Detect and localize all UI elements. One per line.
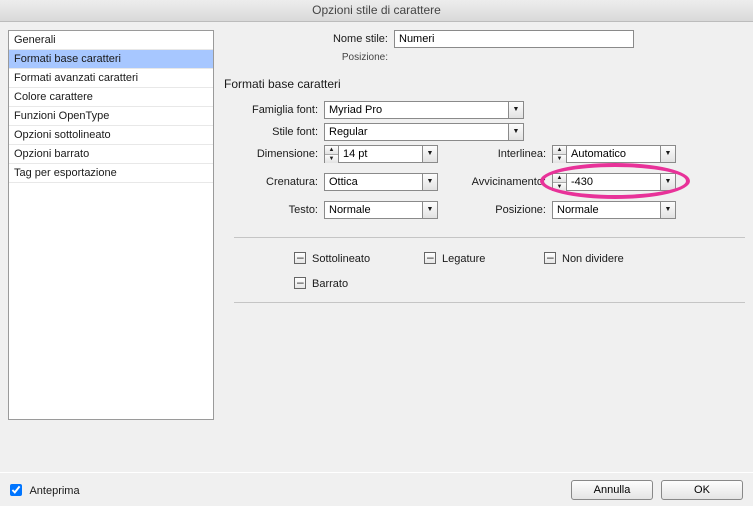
font-family-input[interactable] xyxy=(329,102,519,118)
case-combo[interactable]: ▼ xyxy=(324,201,438,219)
dropdown-arrow-icon[interactable]: ▼ xyxy=(508,124,523,140)
cancel-button[interactable]: Annulla xyxy=(571,480,653,500)
preview-label-text: Anteprima xyxy=(29,485,79,497)
font-style-combo[interactable]: ▼ xyxy=(324,123,524,141)
stepper-down-icon[interactable]: ▼ xyxy=(325,155,338,163)
window-titlebar: Opzioni stile di carattere xyxy=(0,0,753,22)
case-label: Testo: xyxy=(234,204,324,216)
size-label: Dimensione: xyxy=(234,148,324,160)
kerning-input[interactable] xyxy=(329,174,433,190)
kerning-label: Crenatura: xyxy=(234,176,324,188)
position-input[interactable] xyxy=(557,202,671,218)
sidebar-item[interactable]: Generali xyxy=(9,31,213,50)
strike-label: Barrato xyxy=(312,278,348,290)
stepper-up-icon[interactable]: ▲ xyxy=(553,174,566,183)
nobreak-label: Non dividere xyxy=(562,253,624,265)
sidebar-item[interactable]: Formati base caratteri xyxy=(9,50,213,69)
font-style-input[interactable] xyxy=(329,124,519,140)
dropdown-arrow-icon[interactable]: ▼ xyxy=(660,202,675,218)
size-field[interactable]: ▲▼ ▼ xyxy=(324,145,438,163)
position-combo[interactable]: ▼ xyxy=(552,201,676,219)
section-heading: Formati base caratteri xyxy=(224,77,745,91)
dropdown-arrow-icon[interactable]: ▼ xyxy=(422,146,437,162)
ligatures-label: Legature xyxy=(442,253,485,265)
leading-label: Interlinea: xyxy=(464,148,552,160)
ok-button[interactable]: OK xyxy=(661,480,743,500)
font-style-label: Stile font: xyxy=(234,126,324,138)
dropdown-arrow-icon[interactable]: ▼ xyxy=(660,174,675,190)
leading-stepper[interactable]: ▲▼ xyxy=(552,145,566,163)
strike-checkbox[interactable] xyxy=(294,277,306,289)
tracking-label: Avvicinamento: xyxy=(464,176,552,188)
stepper-up-icon[interactable]: ▲ xyxy=(553,146,566,155)
size-stepper[interactable]: ▲▼ xyxy=(324,145,338,163)
preview-checkbox-label[interactable]: Anteprima xyxy=(10,482,80,497)
size-input[interactable] xyxy=(343,146,433,162)
kerning-combo[interactable]: ▼ xyxy=(324,173,438,191)
dropdown-arrow-icon[interactable]: ▼ xyxy=(660,146,675,162)
dropdown-arrow-icon[interactable]: ▼ xyxy=(508,102,523,118)
separator xyxy=(234,302,745,303)
case-input[interactable] xyxy=(329,202,433,218)
sidebar-item[interactable]: Tag per esportazione xyxy=(9,164,213,183)
sidebar-item[interactable]: Opzioni barrato xyxy=(9,145,213,164)
tracking-field[interactable]: ▲▼ ▼ xyxy=(552,173,676,191)
position-label: Posizione: xyxy=(264,52,394,63)
sidebar-item[interactable]: Opzioni sottolineato xyxy=(9,126,213,145)
sidebar-item[interactable]: Funzioni OpenType xyxy=(9,107,213,126)
ligatures-checkbox[interactable] xyxy=(424,252,436,264)
leading-field[interactable]: ▲▼ ▼ xyxy=(552,145,676,163)
font-family-label: Famiglia font: xyxy=(234,104,324,116)
sidebar-item[interactable]: Formati avanzati caratteri xyxy=(9,69,213,88)
underline-checkbox[interactable] xyxy=(294,252,306,264)
stepper-down-icon[interactable]: ▼ xyxy=(553,183,566,191)
sidebar-item[interactable]: Colore carattere xyxy=(9,88,213,107)
dialog-footer: Anteprima Annulla OK xyxy=(0,472,753,506)
style-name-input[interactable] xyxy=(394,30,634,48)
dropdown-arrow-icon[interactable]: ▼ xyxy=(422,174,437,190)
underline-label: Sottolineato xyxy=(312,253,370,265)
dropdown-arrow-icon[interactable]: ▼ xyxy=(422,202,437,218)
tracking-input[interactable] xyxy=(571,174,671,190)
stepper-down-icon[interactable]: ▼ xyxy=(553,155,566,163)
leading-input[interactable] xyxy=(571,146,671,162)
stepper-up-icon[interactable]: ▲ xyxy=(325,146,338,155)
font-family-combo[interactable]: ▼ xyxy=(324,101,524,119)
nobreak-checkbox[interactable] xyxy=(544,252,556,264)
category-sidebar[interactable]: GeneraliFormati base caratteriFormati av… xyxy=(8,30,214,420)
preview-checkbox[interactable] xyxy=(10,484,22,496)
tracking-stepper[interactable]: ▲▼ xyxy=(552,173,566,191)
style-name-label: Nome stile: xyxy=(264,33,394,45)
position-field-label: Posizione: xyxy=(464,204,552,216)
separator xyxy=(234,237,745,238)
